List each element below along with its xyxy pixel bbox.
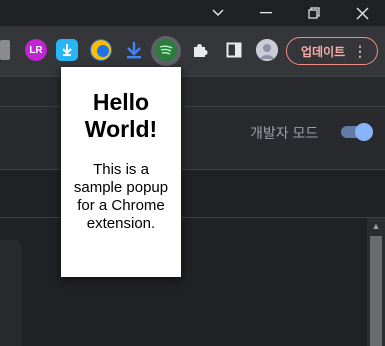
popup-title: Hello World! bbox=[84, 89, 158, 142]
profile-avatar[interactable] bbox=[256, 39, 278, 61]
close-button[interactable] bbox=[339, 0, 385, 26]
puzzle-icon[interactable] bbox=[189, 39, 211, 61]
restore-button[interactable] bbox=[291, 0, 337, 26]
popup-body: This is a sample popup for a Chrome exte… bbox=[73, 161, 169, 232]
developer-mode-label: 개발자 모드 bbox=[250, 125, 319, 141]
side-panel-icon[interactable] bbox=[223, 39, 245, 61]
extension-card bbox=[0, 240, 22, 346]
spotify-like-extension-icon[interactable] bbox=[155, 39, 177, 61]
bookmarks-bar bbox=[0, 76, 385, 106]
chevron-down-icon[interactable] bbox=[195, 0, 241, 26]
scroll-up-arrow-icon[interactable]: ▲ bbox=[370, 220, 382, 232]
extension-popup: Hello World! This is a sample popup for … bbox=[61, 67, 181, 277]
lr-extension-icon[interactable]: LR bbox=[25, 39, 47, 61]
extensions-header bbox=[0, 106, 385, 170]
scrollbar-thumb[interactable] bbox=[370, 236, 382, 346]
update-button[interactable]: 업데이트 ⋮ bbox=[286, 37, 378, 65]
minimize-button[interactable] bbox=[243, 0, 289, 26]
partial-extension-icon[interactable] bbox=[0, 40, 10, 60]
download-shield-extension-icon[interactable] bbox=[56, 39, 78, 61]
update-button-label: 업데이트 bbox=[301, 44, 346, 59]
download-arrow-icon[interactable] bbox=[123, 39, 145, 61]
developer-mode-toggle[interactable] bbox=[355, 123, 373, 141]
toolbar-strip bbox=[0, 170, 385, 218]
more-vert-icon: ⋮ bbox=[353, 43, 367, 59]
circle-extension-icon[interactable] bbox=[90, 39, 112, 61]
